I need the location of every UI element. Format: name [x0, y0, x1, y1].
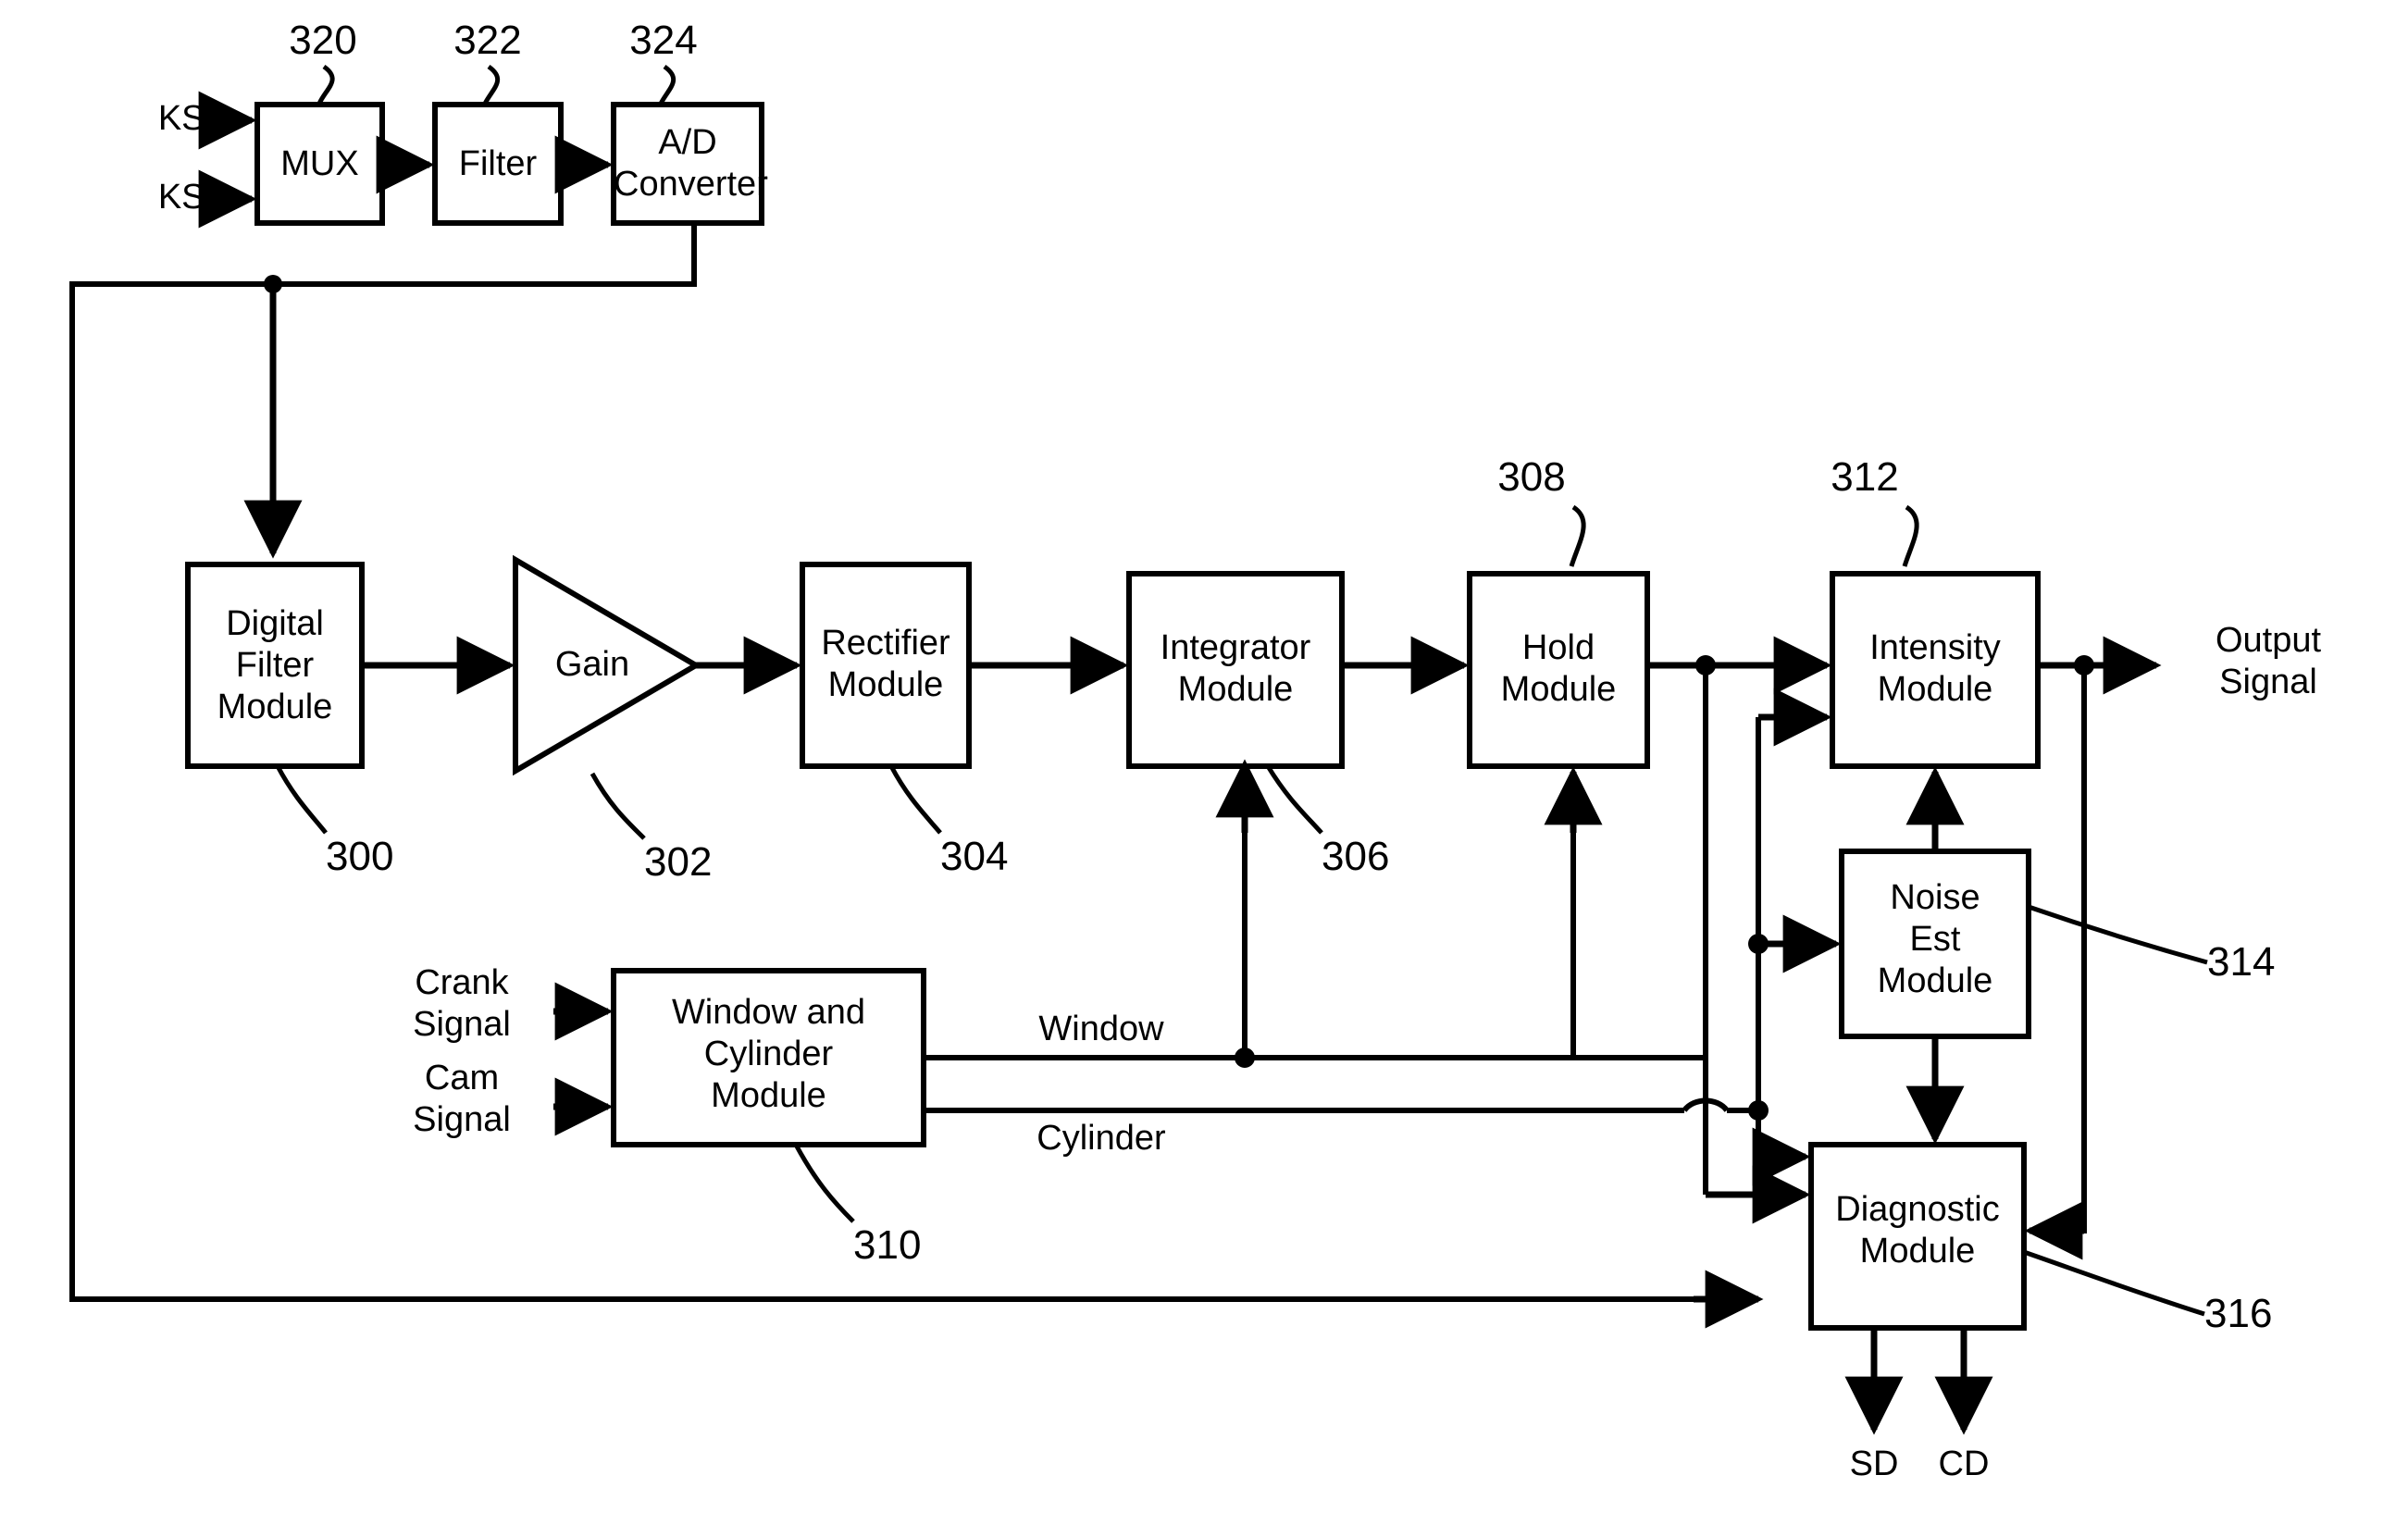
- block-label-gain: Gain: [554, 645, 630, 684]
- ref-numeral-308: 308: [1497, 454, 1566, 500]
- ref-numeral-316: 316: [2204, 1291, 2273, 1336]
- input-label-ksn: KSn: [157, 178, 218, 222]
- ref-numeral-314: 314: [2207, 939, 2276, 985]
- ref-numeral-322: 322: [453, 18, 522, 63]
- output-label-cd: CD: [1938, 1444, 1990, 1483]
- diagram-lines: [69, 64, 2208, 1435]
- block-label-diagnostic-module: Diagnostic Module: [1835, 1190, 2000, 1271]
- block-label-rectifier-module: Rectifier Module: [821, 624, 950, 704]
- figure-canvas: 320 322 324 KS1 KSn MUX Filter A/D Conve…: [0, 0, 2408, 1537]
- ref-numeral-310: 310: [853, 1222, 922, 1268]
- block-label-window-and-cylinder-module: Window and Cylinder Module: [671, 993, 866, 1115]
- block-label-adc: A/D Converter: [614, 123, 768, 204]
- block-label-filter: Filter: [458, 144, 538, 183]
- ref-numeral-306: 306: [1322, 834, 1390, 879]
- ref-numeral-320: 320: [289, 18, 357, 63]
- signal-label-window: Window: [1038, 1010, 1164, 1048]
- block-label-noise-est-module: Noise Est Module: [1877, 878, 1993, 1000]
- block-label-digital-filter-module: Digital Filter Module: [217, 604, 333, 726]
- block-label-mux: MUX: [280, 144, 359, 183]
- output-label-output-signal: Output Signal: [2215, 621, 2322, 701]
- ref-numeral-300: 300: [326, 834, 394, 879]
- block-label-hold-module: Hold Module: [1500, 628, 1617, 709]
- ref-numeral-312: 312: [1831, 454, 1899, 500]
- signal-label-cylinder: Cylinder: [1036, 1119, 1166, 1158]
- ref-numeral-324: 324: [629, 18, 698, 63]
- input-label-crank-signal: Crank Signal: [413, 963, 511, 1044]
- ref-numeral-304: 304: [940, 834, 1009, 879]
- input-label-ks1: KS1: [157, 99, 218, 143]
- input-label-cam-signal: Cam Signal: [413, 1059, 511, 1139]
- block-label-integrator-module: Integrator Module: [1160, 628, 1311, 709]
- block-label-intensity-module: Intensity Module: [1869, 628, 2001, 709]
- ref-numeral-302: 302: [644, 839, 713, 885]
